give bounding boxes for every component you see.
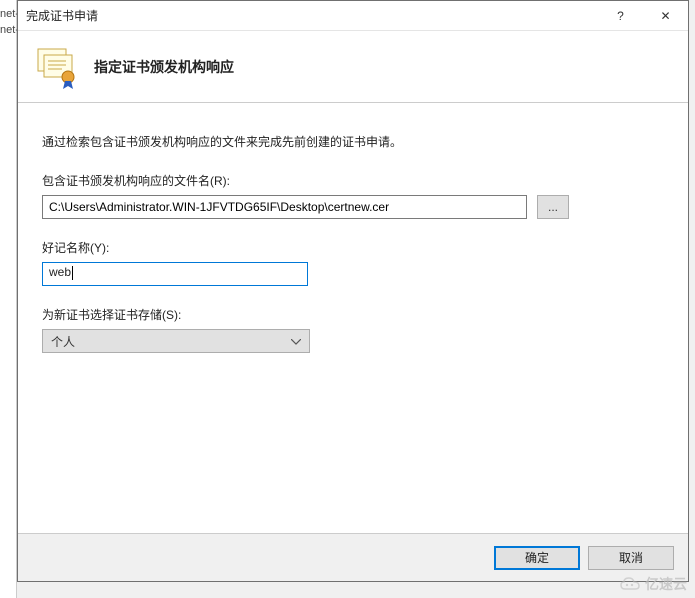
- header-title: 指定证书颁发机构响应: [94, 57, 234, 77]
- ellipsis-icon: ...: [548, 200, 558, 214]
- file-path-input[interactable]: [42, 195, 527, 219]
- text-cursor: [72, 266, 73, 280]
- file-label: 包含证书颁发机构响应的文件名(R):: [42, 172, 664, 189]
- cloud-icon: [619, 576, 641, 592]
- background-tree-fragment: net- net-: [0, 0, 17, 598]
- browse-button[interactable]: ...: [537, 195, 569, 219]
- header-band: 指定证书颁发机构响应: [18, 31, 688, 103]
- chevron-down-icon: [291, 334, 301, 348]
- watermark: 亿速云: [619, 574, 687, 594]
- help-button[interactable]: ?: [598, 1, 643, 30]
- titlebar: 完成证书申请 ? ✕: [18, 1, 688, 31]
- description-text: 通过检索包含证书颁发机构响应的文件来完成先前创建的证书申请。: [42, 133, 664, 150]
- close-button[interactable]: ✕: [643, 1, 688, 30]
- cancel-button[interactable]: 取消: [588, 546, 674, 570]
- cert-store-label: 为新证书选择证书存储(S):: [42, 306, 664, 323]
- friendly-name-label: 好记名称(Y):: [42, 239, 664, 256]
- window-title: 完成证书申请: [26, 7, 98, 24]
- ok-button[interactable]: 确定: [494, 546, 580, 570]
- friendly-name-input[interactable]: web: [42, 262, 308, 286]
- cert-store-select[interactable]: 个人: [42, 329, 310, 353]
- dialog-footer: 确定 取消: [18, 533, 688, 581]
- help-icon: ?: [617, 9, 624, 23]
- certificate-icon: [32, 43, 80, 91]
- close-icon: ✕: [660, 9, 670, 23]
- complete-cert-request-dialog: 完成证书申请 ? ✕ 指定证书颁发机构响应 通过检索包含证书颁发机构响应的文件来…: [17, 0, 689, 582]
- dialog-body: 通过检索包含证书颁发机构响应的文件来完成先前创建的证书申请。 包含证书颁发机构响…: [18, 103, 688, 533]
- cert-store-value: 个人: [51, 333, 75, 350]
